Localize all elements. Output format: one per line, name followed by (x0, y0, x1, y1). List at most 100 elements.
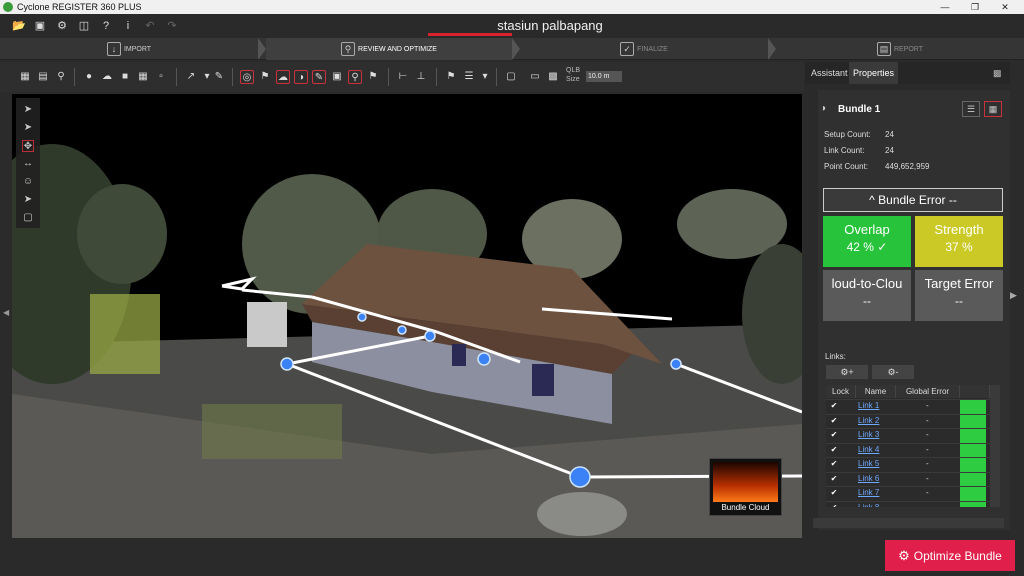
target-error-tile[interactable]: Target Error -- (915, 270, 1003, 321)
table-row[interactable]: ✔ Link 3 - (826, 428, 990, 443)
link-name[interactable]: Link 2 (858, 416, 879, 425)
step-finalize[interactable]: ✓ FINALIZE (520, 38, 768, 60)
table-row[interactable]: ✔ Link 8 - (826, 500, 990, 508)
lock-check-icon[interactable]: ✔ (828, 488, 840, 497)
step-import[interactable]: ↓ IMPORT (0, 38, 258, 60)
list-icon[interactable]: ☰ (462, 70, 476, 84)
table-row[interactable]: ✔ Link 7 - (826, 486, 990, 501)
resize-icon[interactable]: ↔ (22, 158, 34, 170)
import-box-icon[interactable]: ▣ (34, 20, 46, 32)
info-icon[interactable]: i (122, 20, 134, 32)
column-lock[interactable]: Lock (826, 385, 856, 398)
view-cube-icon[interactable]: ▦ (18, 70, 32, 84)
navigate-icon[interactable]: ➤ (22, 194, 34, 206)
lock-check-icon[interactable]: ✔ (828, 416, 840, 425)
panel-icon[interactable]: ▫ (154, 70, 168, 84)
target-icon[interactable]: ◎ (240, 70, 254, 84)
workflow-bar: ↓ IMPORT ⚲ REVIEW AND OPTIMIZE ✓ FINALIZ… (0, 38, 1024, 60)
pencil-icon[interactable]: ✎ (312, 70, 326, 84)
lock-check-icon[interactable]: ✔ (828, 430, 840, 439)
left-panel-expand-icon[interactable]: ◀ (3, 308, 9, 317)
layers-icon[interactable]: ▤ (36, 70, 50, 84)
strength-tile[interactable]: Strength 37 % (915, 216, 1003, 267)
person-icon[interactable]: ☺ (22, 176, 34, 188)
export-icon[interactable]: ▩ (546, 70, 560, 84)
table-row[interactable]: ✔ Link 6 - (826, 471, 990, 487)
maximize-icon[interactable]: ❐ (960, 0, 990, 14)
column-name[interactable]: Name (856, 385, 896, 398)
link-name[interactable]: Link 3 (858, 430, 879, 439)
bundle-error-header[interactable]: ^ Bundle Error -- (823, 188, 1003, 212)
point-cloud-viewport[interactable] (12, 94, 802, 538)
table-row[interactable]: ✔ Link 4 - (826, 442, 990, 458)
column-global-error[interactable]: Global Error (896, 385, 960, 398)
undo-icon[interactable]: ↶ (144, 20, 156, 32)
toolbar-divider (74, 68, 75, 86)
location-icon[interactable]: ⚑ (366, 70, 380, 84)
step-report[interactable]: ▤ REPORT (776, 38, 1024, 60)
cloud-link-icon[interactable]: ☁ (276, 70, 290, 84)
close-icon[interactable]: ✕ (990, 0, 1020, 14)
global-error-value: - (926, 459, 929, 468)
step-review-optimize[interactable]: ⚲ REVIEW AND OPTIMIZE (266, 38, 512, 60)
square-icon[interactable]: ■ (118, 70, 132, 84)
grid-view-button[interactable]: ▦ (984, 101, 1002, 117)
zoom-fit-icon[interactable]: ⚲ (54, 70, 68, 84)
right-panel-collapse-icon[interactable]: ▶ (1010, 290, 1017, 301)
lock-check-icon[interactable]: ✔ (828, 445, 840, 454)
tab-assistant[interactable]: Assistant (807, 62, 852, 84)
axis-icon[interactable]: ⊢ (396, 70, 410, 84)
redo-icon[interactable]: ↷ (166, 20, 178, 32)
database-icon[interactable]: ◫ (78, 20, 90, 32)
lock-check-icon[interactable]: ✔ (828, 503, 840, 508)
bundle-cloud-thumbnail[interactable]: Bundle Cloud (709, 458, 782, 516)
select-arrow-icon[interactable]: ➤ (22, 104, 34, 116)
settings-gear-icon[interactable]: ⚙ (56, 20, 68, 32)
lock-check-icon[interactable]: ✔ (828, 474, 840, 483)
optimize-bundle-button[interactable]: ⚙ Optimize Bundle (885, 540, 1015, 571)
camera-icon[interactable]: ▣ (330, 70, 344, 84)
help-icon[interactable]: ? (100, 20, 112, 32)
tool-icon[interactable]: ✎ (212, 70, 226, 84)
sphere-icon[interactable]: ◑ (294, 70, 308, 84)
add-link-button[interactable]: ⚙+ (826, 365, 868, 379)
list-view-button[interactable]: ☰ (962, 101, 980, 117)
link-name[interactable]: Link 5 (858, 459, 879, 468)
tab-properties[interactable]: Properties (849, 62, 899, 84)
cloud-icon[interactable]: ☁ (100, 70, 114, 84)
grid-icon[interactable]: ▦ (136, 70, 150, 84)
minimize-icon[interactable]: — (930, 0, 960, 14)
link-name[interactable]: Link 7 (858, 488, 879, 497)
bundle-name: Bundle 1 (838, 104, 881, 115)
copy-icon[interactable]: ▭ (528, 70, 542, 84)
pan-crosshair-icon[interactable]: ✥ (22, 140, 34, 152)
lock-check-icon[interactable]: ✔ (828, 459, 840, 468)
remove-link-button[interactable]: ⚙- (872, 365, 914, 379)
link-name[interactable]: Link 1 (858, 401, 879, 410)
pin-icon[interactable]: ⚲ (348, 70, 362, 84)
column-status (960, 385, 990, 398)
panel-horizontal-scrollbar[interactable] (813, 518, 1004, 528)
table-row[interactable]: ✔ Link 5 - (826, 457, 990, 472)
cube-icon[interactable]: ▢ (22, 212, 34, 224)
panel-popout-icon[interactable]: ▩ (989, 62, 1006, 84)
level-icon[interactable]: ⊥ (414, 70, 428, 84)
multi-select-icon[interactable]: ➤ (22, 122, 34, 134)
cluster-icon[interactable]: ● (82, 70, 96, 84)
link-name[interactable]: Link 4 (858, 445, 879, 454)
table-row[interactable]: ✔ Link 1 - (826, 399, 990, 414)
open-folder-icon[interactable]: 📂 (12, 20, 26, 32)
cloud-to-cloud-tile[interactable]: loud-to-Clou -- (823, 270, 911, 321)
measure-icon[interactable]: ↗ (184, 70, 198, 84)
table-row[interactable]: ✔ Link 2 - (826, 413, 990, 429)
dropdown-icon[interactable]: ▾ (478, 70, 492, 84)
flag-icon[interactable]: ⚑ (444, 70, 458, 84)
tag-icon[interactable]: ⚑ (258, 70, 272, 84)
lock-check-icon[interactable]: ✔ (828, 401, 840, 410)
qlb-size-field[interactable]: 10.0 m (586, 71, 622, 82)
overlap-tile[interactable]: Overlap 42 % ✓ (823, 216, 911, 267)
link-name[interactable]: Link 6 (858, 474, 879, 483)
box-icon[interactable]: ▢ (504, 70, 518, 84)
link-name[interactable]: Link 8 (858, 503, 879, 508)
links-vertical-scrollbar[interactable] (990, 385, 1000, 507)
